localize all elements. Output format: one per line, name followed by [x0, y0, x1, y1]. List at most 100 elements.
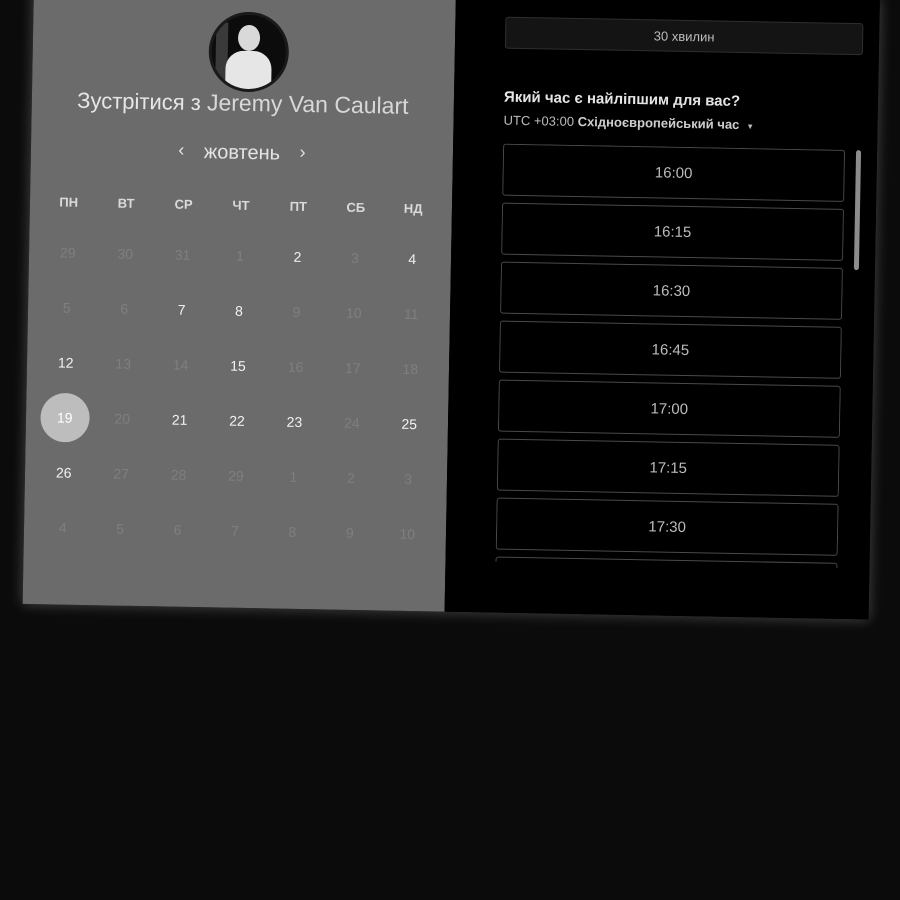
weekday-label: ЧТ [232, 197, 250, 213]
day-cell: 31 [154, 243, 212, 266]
day-cell[interactable]: 8 [210, 299, 268, 322]
day-number: 24 [343, 414, 360, 432]
time-panel: 30 хвилин Який час є найліпшим для вас? … [444, 0, 880, 620]
day-cell: 27 [92, 462, 150, 485]
day-cell: 1 [265, 465, 323, 488]
time-slot-button[interactable]: 16:00 [502, 143, 846, 202]
day-cell[interactable]: 21 [151, 408, 209, 431]
day-number: 25 [401, 415, 418, 433]
day-cell: 9 [321, 521, 379, 544]
page: Зустрітися з Jeremy Van Caulart ‹ жовтен… [0, 0, 900, 900]
day-cell[interactable]: 15 [209, 354, 267, 377]
day-number: 8 [288, 523, 297, 540]
timezone-selector[interactable]: UTC +03:00 Східноєвропейський час ▾ [503, 113, 752, 133]
day-cell: 29 [39, 241, 97, 264]
day-number: 23 [286, 413, 303, 430]
day-number: 28 [170, 466, 187, 483]
weekday-label: ВТ [117, 195, 135, 211]
day-number: 5 [62, 299, 71, 316]
timezone-offset: UTC +03:00 [503, 112, 575, 129]
day-cell: 1 [211, 244, 269, 267]
day-number: 6 [120, 300, 129, 317]
caret-down-icon: ▾ [747, 121, 753, 132]
chevron-right-icon[interactable]: › [285, 142, 319, 164]
time-question: Який час є найліпшим для вас? [503, 88, 741, 110]
day-number: 4 [58, 519, 67, 536]
day-number: 9 [292, 303, 301, 320]
weekday-label: НД [403, 200, 423, 217]
day-cell[interactable]: 2 [269, 245, 327, 268]
calendar-panel: Зустрітися з Jeremy Van Caulart ‹ жовтен… [22, 0, 456, 612]
day-number: 13 [115, 355, 132, 372]
day-number: 10 [399, 525, 416, 543]
time-slot-button[interactable]: 16:30 [500, 261, 843, 320]
day-cell: 7 [206, 519, 264, 542]
day-cell[interactable]: 7 [153, 298, 211, 321]
day-number: 3 [404, 470, 413, 488]
time-slot-button[interactable] [495, 556, 838, 568]
day-cell: 13 [94, 352, 152, 375]
day-cell: 14 [152, 353, 210, 376]
avatar-head [237, 24, 261, 52]
day-number: 2 [293, 248, 302, 265]
day-cell: 5 [38, 296, 96, 319]
time-slot-button[interactable]: 17:30 [495, 497, 839, 556]
weekday-label: СБ [346, 199, 366, 216]
timezone-name: Східноєвропейський час [577, 113, 740, 132]
day-cell[interactable]: 22 [208, 409, 266, 432]
day-cell[interactable]: 4 [383, 247, 441, 270]
title-prefix: Зустрітися з [76, 87, 202, 116]
day-cell: 10 [378, 522, 436, 545]
day-number: 12 [57, 354, 74, 371]
duration-selector[interactable]: 30 хвилин [504, 16, 864, 56]
day-cell: 29 [207, 464, 265, 487]
time-slot-scrollbar[interactable] [853, 150, 862, 271]
day-cell: 5 [91, 517, 149, 540]
day-number: 9 [345, 524, 354, 541]
time-slot-button[interactable]: 17:15 [496, 438, 840, 497]
day-cell: 20 [93, 407, 151, 430]
day-cell: 4 [34, 516, 92, 539]
weekday-label: СР [174, 196, 193, 212]
day-cell: 17 [324, 356, 382, 379]
day-cell: 18 [381, 357, 439, 380]
day-number: 29 [228, 467, 244, 484]
day-number: 21 [171, 411, 188, 428]
meeting-title: Зустрітися з Jeremy Van Caulart [32, 86, 454, 121]
day-cell[interactable]: 25 [380, 412, 438, 435]
day-cell: 2 [322, 466, 380, 489]
day-number: 22 [229, 412, 245, 429]
day-cell: 16 [267, 355, 325, 378]
day-number: 11 [403, 305, 419, 323]
booking-widget: Зустрітися з Jeremy Van Caulart ‹ жовтен… [22, 0, 880, 620]
month-navigation: ‹ жовтень › [31, 137, 453, 169]
day-number: 5 [116, 520, 125, 537]
day-cell[interactable]: 26 [35, 461, 93, 484]
weekday-label: ПТ [289, 198, 308, 215]
day-cell[interactable]: 23 [266, 410, 324, 433]
day-cell: 6 [95, 297, 153, 320]
day-number: 20 [114, 410, 131, 427]
time-slot-button[interactable]: 16:15 [501, 202, 845, 261]
day-number: 31 [174, 246, 191, 263]
time-slot-button[interactable]: 17:00 [497, 379, 841, 438]
day-number: 19 [56, 409, 73, 426]
month-label: жовтень [203, 141, 281, 165]
day-number: 8 [234, 302, 244, 319]
day-number: 3 [350, 249, 359, 266]
day-number: 29 [59, 244, 76, 261]
day-cell: 28 [150, 463, 208, 486]
day-number: 1 [236, 247, 245, 264]
weekday-header: ПН ВТ СР ЧТ ПТ СБ НД [40, 194, 442, 217]
day-cell: 10 [325, 301, 383, 324]
chevron-left-icon[interactable]: ‹ [164, 139, 198, 161]
day-number: 14 [172, 356, 189, 373]
day-cell: 30 [96, 242, 154, 265]
day-number: 1 [289, 468, 298, 485]
day-cell: 24 [323, 411, 381, 434]
day-cell-selected[interactable]: 19 [36, 406, 94, 429]
day-number: 7 [177, 301, 186, 318]
day-cell[interactable]: 12 [37, 351, 95, 374]
host-name: Jeremy Van Caulart [206, 89, 409, 119]
time-slot-button[interactable]: 16:45 [498, 320, 842, 379]
